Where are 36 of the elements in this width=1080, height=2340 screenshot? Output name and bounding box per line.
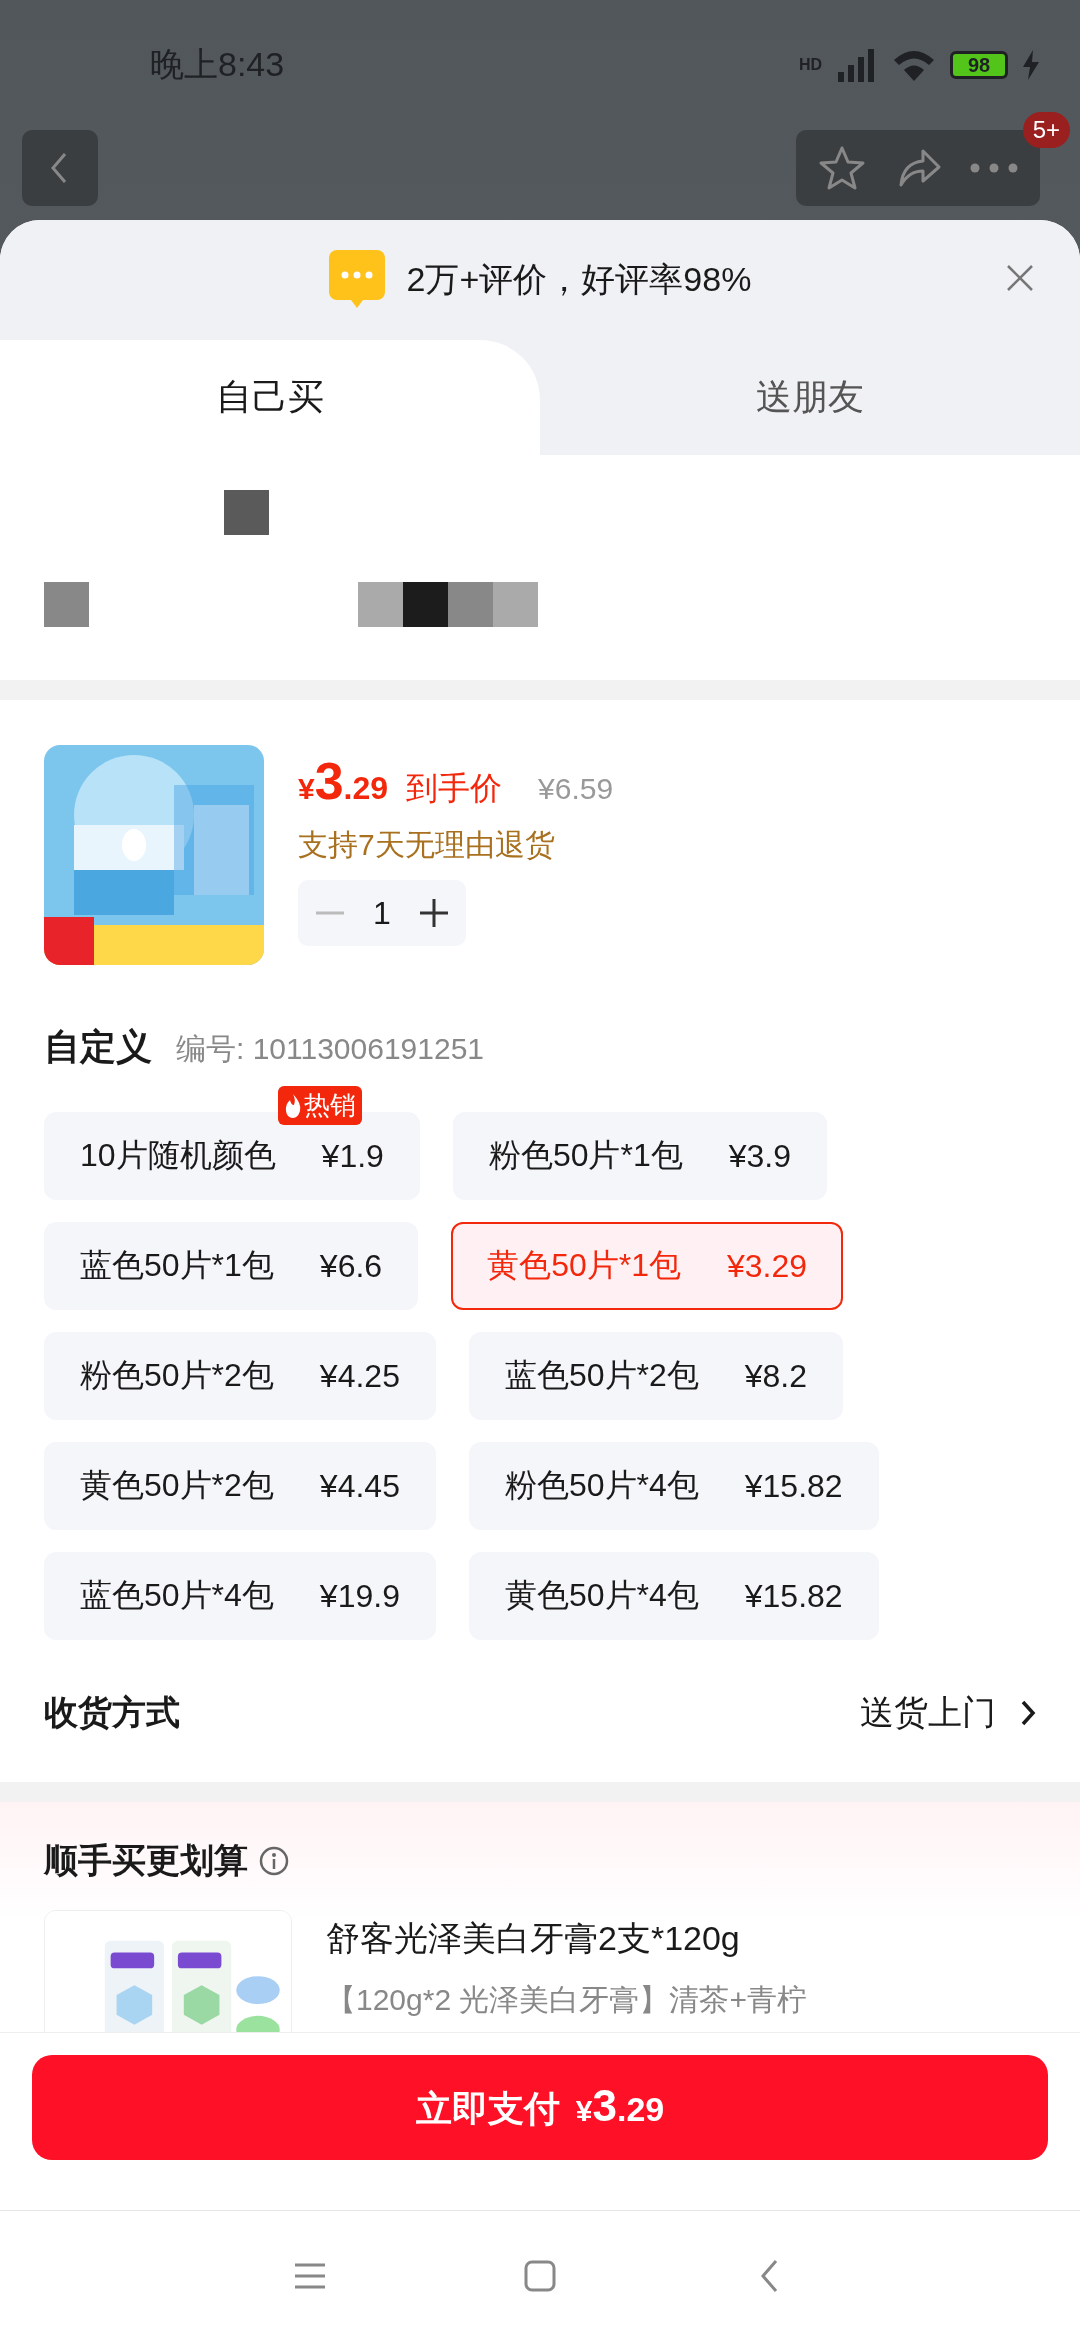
chevron-right-icon xyxy=(1020,1699,1036,1727)
original-price: ¥6.59 xyxy=(538,772,614,806)
delivery-option[interactable]: 送货上门 xyxy=(860,1690,1036,1736)
battery-level: 98 xyxy=(950,51,1008,79)
network-type: HD xyxy=(798,56,822,74)
status-time: 晚上8:43 xyxy=(150,44,285,85)
tab[interactable]: 自己买 xyxy=(0,340,540,455)
info-icon[interactable] xyxy=(258,1845,290,1877)
option-chip[interactable]: 蓝色50片*2包 ¥8.2 xyxy=(468,1332,844,1420)
pay-button[interactable]: 立即支付 ¥3.29 xyxy=(32,2055,1048,2160)
spec-title: 自定义 xyxy=(44,1025,152,1069)
item-number: 编号: 10113006191251 xyxy=(176,1031,485,1067)
addon-product-name: 舒客光泽美白牙膏2支*120g xyxy=(326,1918,741,1959)
return-policy: 支持7天无理由退货 xyxy=(298,827,556,863)
price-label: 到手价 xyxy=(406,769,503,808)
option-chip[interactable]: 蓝色50片*4包 ¥19.9 xyxy=(44,1552,436,1640)
option-chip[interactable]: 黄色50片*1包 ¥3.29 xyxy=(451,1222,844,1310)
option-chip[interactable]: 黄色50片*2包 ¥4.45 xyxy=(44,1442,436,1530)
notification-badge: 5+ xyxy=(1022,112,1070,148)
wifi-icon xyxy=(892,48,936,82)
price-symbol: ¥ xyxy=(298,772,315,806)
hot-badge: 热销 xyxy=(277,1086,362,1125)
delivery-label: 收货方式 xyxy=(44,1692,180,1733)
price-decimals: .29 xyxy=(343,770,389,807)
quantity: 1 xyxy=(373,894,391,932)
option-chip[interactable]: 蓝色50片*1包 ¥6.6 xyxy=(44,1222,419,1310)
price: 3 xyxy=(314,751,344,811)
option-chip[interactable]: 粉色50片*4包 ¥15.82 xyxy=(468,1442,879,1530)
option-chip[interactable]: 粉色50片*2包 ¥4.25 xyxy=(44,1332,436,1420)
review-summary: 2万+评价，好评率98% xyxy=(406,259,752,300)
addon-product-spec: 【120g*2 光泽美白牙膏】清茶+青柠 xyxy=(326,1982,807,2018)
message-icon xyxy=(328,250,385,310)
charging-icon xyxy=(1022,50,1040,80)
section-title: 顺手买更划算 xyxy=(44,1840,248,1881)
option-chip[interactable]: 黄色50片*4包 ¥15.82 xyxy=(468,1552,879,1640)
option-chip[interactable]: 粉色50片*1包 ¥3.9 xyxy=(452,1112,827,1200)
